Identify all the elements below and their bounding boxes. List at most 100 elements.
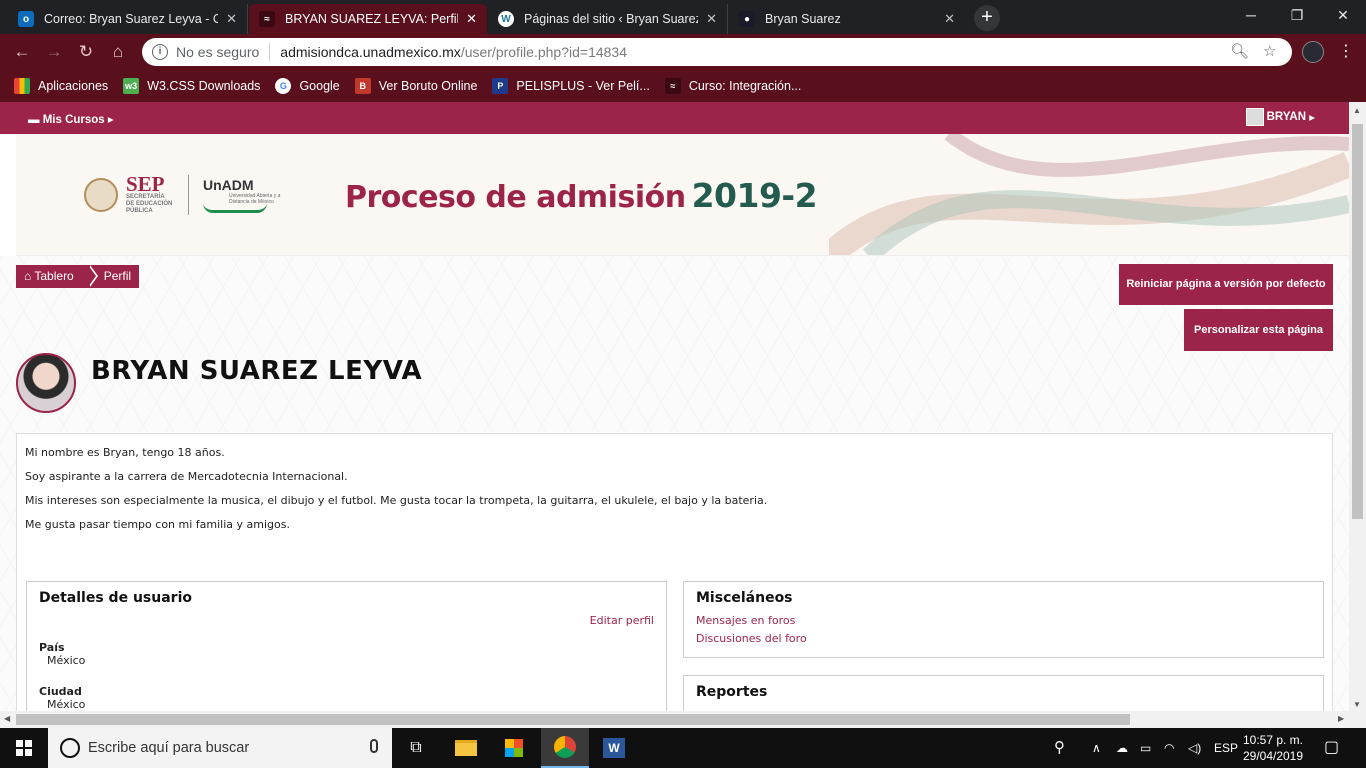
reload-button[interactable]: ↻	[74, 40, 98, 64]
edit-profile-link[interactable]: Editar perfil	[39, 614, 654, 627]
zoom-icon[interactable]: 🔍︎	[1230, 38, 1249, 66]
caret-right-icon: ▸	[107, 114, 114, 126]
avatar-icon: ●	[739, 11, 755, 27]
profile-name: BRYAN SUAREZ LEYVA	[91, 356, 423, 386]
bookmark-aplicaciones[interactable]: Aplicaciones	[14, 78, 108, 94]
unadm-wordmark: UnADM	[203, 176, 254, 193]
scroll-right-icon[interactable]: ▶	[1338, 714, 1344, 723]
notifications-icon[interactable]: ▢	[1324, 728, 1339, 768]
bookmark-w3css[interactable]: w3 W3.CSS Downloads	[123, 78, 260, 94]
mis-cursos-menu[interactable]: ▬ Mis Cursos ▸	[28, 112, 114, 126]
tab-strip: o Correo: Bryan Suarez Leyva - Out ✕ ≈ B…	[0, 0, 1366, 34]
mis-cursos-label: Mis Cursos	[42, 114, 105, 126]
user-details-title: Detalles de usuario	[39, 590, 192, 606]
description-line: Mis intereses son especialmente la music…	[25, 494, 768, 507]
word-icon[interactable]: W	[590, 728, 638, 768]
bookmark-curso[interactable]: ≈ Curso: Integración...	[664, 78, 802, 94]
customize-page-button[interactable]: Personalizar esta página	[1184, 309, 1333, 351]
close-window-button[interactable]: ✕	[1320, 0, 1366, 30]
star-icon[interactable]: ☆	[1263, 38, 1276, 66]
windows-start-icon[interactable]	[16, 740, 32, 756]
profile-avatar	[16, 353, 76, 413]
address-bar[interactable]: i No es seguro admisiondca.unadmexico.mx…	[142, 38, 1292, 66]
close-icon[interactable]: ✕	[706, 11, 717, 27]
wifi-icon[interactable]: ◠	[1164, 728, 1174, 768]
outlook-icon: o	[18, 11, 34, 27]
file-explorer-icon[interactable]	[442, 728, 490, 768]
vertical-scroll-thumb[interactable]	[1352, 124, 1363, 519]
back-button[interactable]: ←	[10, 40, 34, 64]
tab-correo[interactable]: o Correo: Bryan Suarez Leyva - Out ✕	[8, 4, 248, 34]
microphone-icon[interactable]	[370, 739, 378, 753]
misc-card: Misceláneos Mensajes en foros Discusione…	[683, 581, 1324, 658]
forum-posts-link[interactable]: Mensajes en foros	[696, 614, 1311, 627]
battery-icon[interactable]: ▭	[1140, 728, 1151, 768]
system-clock[interactable]: 10:57 p. m. 29/04/2019	[1240, 732, 1306, 764]
pelisplus-icon: P	[492, 78, 509, 94]
banner-title-text: Proceso de admisión	[345, 180, 686, 215]
close-icon[interactable]: ✕	[226, 11, 237, 27]
scroll-up-icon[interactable]: ▲	[1353, 106, 1361, 115]
w3-icon: w3	[123, 78, 140, 94]
description-line: Me gusta pasar tiempo con mi familia y a…	[25, 518, 290, 531]
breadcrumb-current-label: Perfil	[103, 269, 132, 283]
horizontal-scroll-thumb[interactable]	[16, 714, 1130, 725]
bookmark-label: PELISPLUS - Ver Pelí...	[516, 79, 650, 93]
briefcase-icon: ▬	[28, 114, 40, 126]
close-icon[interactable]: ✕	[944, 11, 955, 27]
home-icon: ⌂	[24, 269, 35, 283]
new-tab-button[interactable]: +	[974, 5, 1000, 31]
reports-title: Reportes	[696, 684, 768, 700]
forward-button[interactable]: →	[42, 40, 66, 64]
network-warning-icon[interactable]: ☁	[1116, 728, 1128, 768]
minimize-button[interactable]: ─	[1228, 0, 1274, 30]
info-icon[interactable]: i	[152, 44, 168, 60]
user-menu[interactable]: BRYAN ▸	[1245, 108, 1315, 126]
tab-paginas[interactable]: W Páginas del sitio ‹ Bryan Suarez – ✕	[488, 4, 728, 34]
forum-discussions-link[interactable]: Discusiones del foro	[696, 632, 1311, 645]
volume-icon[interactable]: ◁)	[1188, 728, 1201, 768]
home-button[interactable]: ⌂	[106, 40, 130, 64]
clock-date: 29/04/2019	[1242, 749, 1304, 763]
bookmark-label: W3.CSS Downloads	[147, 79, 261, 93]
google-icon: G	[275, 78, 292, 94]
chrome-icon[interactable]	[541, 728, 589, 768]
vertical-scrollbar[interactable]: ▲ ▼	[1349, 102, 1366, 728]
bookmark-label: Aplicaciones	[38, 79, 109, 93]
bookmark-label: Ver Boruto Online	[378, 79, 478, 93]
user-avatar	[1245, 108, 1264, 126]
bookmark-label: Curso: Integración...	[688, 79, 802, 93]
logo-divider	[188, 174, 189, 215]
tab-bryan[interactable]: ● Bryan Suarez ✕	[729, 4, 965, 34]
close-icon[interactable]: ✕	[466, 11, 477, 27]
description-line: Mi nombre es Bryan, tengo 18 años.	[25, 446, 225, 459]
user-menu-label: BRYAN	[1266, 111, 1307, 123]
taskbar-search[interactable]: Escribe aquí para buscar	[48, 728, 392, 768]
scroll-left-icon[interactable]: ◀	[4, 714, 10, 723]
bookmark-boruto[interactable]: B Ver Boruto Online	[354, 78, 478, 94]
bookmark-pelisplus[interactable]: P PELISPLUS - Ver Pelí...	[492, 78, 650, 94]
store-icon[interactable]	[490, 728, 538, 768]
admission-banner: SEP SECRETARÍA DE EDUCACIÓN PÚBLICA UnAD…	[16, 134, 1349, 256]
boruto-icon: B	[354, 78, 371, 94]
task-view-icon[interactable]: ⧉	[392, 728, 440, 768]
security-label: No es seguro	[176, 44, 260, 60]
tab-perfil[interactable]: ≈ BRYAN SUAREZ LEYVA: Perfil púb ✕	[249, 4, 487, 34]
unadm-subtitle: Universidad Abierta y a Distancia de Méx…	[229, 192, 281, 205]
horizontal-scrollbar[interactable]: ◀ ▶	[0, 711, 1349, 728]
maximize-button[interactable]: ❐	[1274, 0, 1320, 30]
city-value: México	[47, 698, 86, 711]
breadcrumb-tablero[interactable]: ⌂ Tablero	[16, 265, 98, 288]
reset-page-button[interactable]: Reiniciar página a versión por defecto	[1119, 264, 1333, 305]
tray-expand-icon[interactable]: ∧	[1092, 728, 1101, 768]
caret-right-icon: ▸	[1306, 112, 1315, 124]
menu-icon[interactable]: ⋮	[1338, 38, 1354, 66]
tab-title: Páginas del sitio ‹ Bryan Suarez –	[524, 12, 699, 26]
people-icon[interactable]: ⚲	[1054, 728, 1065, 768]
decorative-swirl	[829, 134, 1349, 255]
city-label: Ciudad	[39, 685, 82, 698]
bookmark-google[interactable]: G Google	[275, 78, 340, 94]
chrome-profile-avatar[interactable]	[1302, 41, 1324, 63]
language-indicator[interactable]: ESP	[1214, 728, 1238, 768]
scroll-down-icon[interactable]: ▼	[1353, 700, 1361, 709]
